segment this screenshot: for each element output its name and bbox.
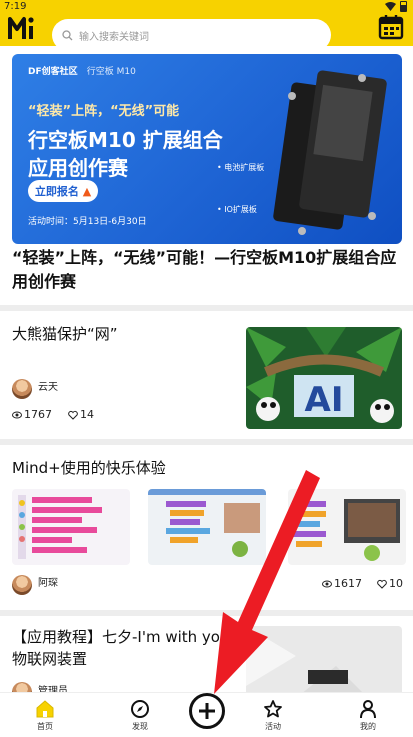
home-icon <box>36 700 54 718</box>
post-author[interactable]: 管理员 <box>38 682 68 692</box>
top-header: 7:19 输入搜索关键词 <box>0 0 413 51</box>
banner-label-battery: • 电池扩展板 <box>217 163 265 172</box>
nav-home-label: 首页 <box>37 722 53 731</box>
featured-post[interactable]: DF创客社区 行空板 M10 “轻装”上阵，“无线”可能 行空板M10 扩展组合… <box>0 46 413 305</box>
signup-button[interactable]: 立即报名 ▲ <box>28 180 98 202</box>
post-card[interactable]: Mind+使用的快乐体验 阿琛 1617 10 <box>0 445 413 610</box>
post-thumbnail[interactable] <box>12 489 130 565</box>
nav-activity[interactable]: 活动 <box>243 699 303 732</box>
nav-profile[interactable]: 我的 <box>338 699 398 732</box>
post-thumbnail[interactable] <box>288 489 406 565</box>
search-icon <box>62 29 73 40</box>
status-bar: 7:19 <box>0 0 413 14</box>
like-count: 14 <box>80 408 94 421</box>
post-thumbnail[interactable] <box>246 626 402 692</box>
like-count: 10 <box>389 577 403 590</box>
app-logo-icon[interactable] <box>8 15 38 41</box>
wifi-icon <box>385 2 396 11</box>
calendar-icon[interactable] <box>378 14 404 40</box>
eye-icon <box>322 580 332 587</box>
post-thumbnail[interactable] <box>148 489 266 565</box>
view-count: 1617 <box>334 577 362 590</box>
event-banner[interactable]: DF创客社区 行空板 M10 “轻装”上阵，“无线”可能 行空板M10 扩展组合… <box>12 54 402 244</box>
avatar[interactable] <box>12 682 32 692</box>
compass-icon <box>131 700 149 718</box>
create-post-button[interactable] <box>189 693 225 729</box>
post-card[interactable]: 【应用教程】七夕-I'm with you 物联网装置 管理员 <box>0 616 413 692</box>
heart-icon <box>377 579 387 589</box>
banner-slogan: “轻装”上阵，“无线”可能 <box>28 104 180 119</box>
status-time: 7:19 <box>4 1 27 12</box>
post-title[interactable]: 大熊猫保护“网” <box>12 323 118 345</box>
post-thumbnail[interactable]: AI <box>246 327 402 429</box>
star-icon <box>264 700 282 718</box>
post-author[interactable]: 云天 <box>38 378 58 393</box>
post-author[interactable]: 阿琛 <box>38 574 58 589</box>
nav-discover[interactable]: 发现 <box>110 699 170 732</box>
eye-icon <box>12 411 22 418</box>
featured-title[interactable]: “轻装”上阵，“无线”可能！—行空板M10扩展组合应用创作赛 <box>12 246 404 294</box>
svg-text:AI: AI <box>305 380 344 420</box>
nav-activity-label: 活动 <box>265 722 281 731</box>
post-title[interactable]: Mind+使用的快乐体验 <box>12 457 166 479</box>
avatar[interactable] <box>12 575 32 595</box>
avatar[interactable] <box>12 379 32 399</box>
nav-discover-label: 发现 <box>132 722 148 731</box>
battery-icon <box>400 1 407 12</box>
heart-icon <box>68 410 78 420</box>
user-icon <box>360 700 376 719</box>
banner-heading: 行空板M10 扩展组合 <box>28 128 223 152</box>
post-card[interactable]: 大熊猫保护“网” 云天 1767 14 AI <box>0 311 413 439</box>
post-title[interactable]: 【应用教程】七夕-I'm with you 物联网装置 <box>12 626 234 670</box>
board-illustration <box>273 70 387 235</box>
banner-label-io: • IO扩展板 <box>217 205 257 214</box>
banner-brand: DF创客社区 <box>28 67 78 77</box>
fire-icon: ▲ <box>82 184 92 198</box>
banner-heading-2: 应用创作赛 <box>28 156 128 180</box>
banner-date: 活动时间：5月13日-6月30日 <box>28 217 147 227</box>
nav-home[interactable]: 首页 <box>15 699 75 732</box>
search-input[interactable]: 输入搜索关键词 <box>79 28 149 43</box>
banner-brand-sub: 行空板 M10 <box>86 67 136 77</box>
view-count: 1767 <box>24 408 52 421</box>
nav-profile-label: 我的 <box>360 722 376 731</box>
